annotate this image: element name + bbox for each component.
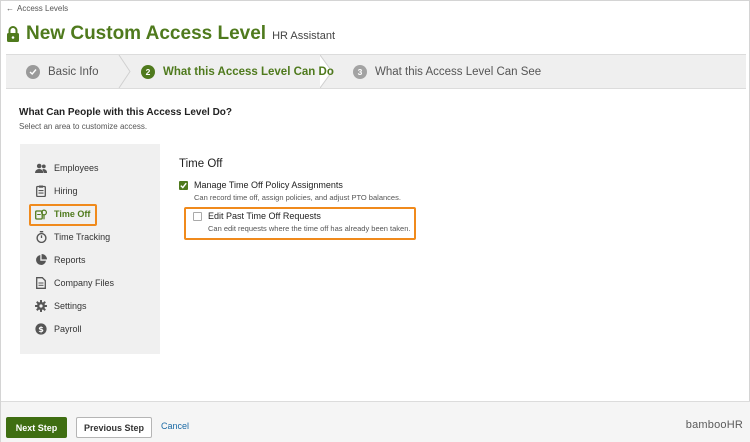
- sidebar-item-time-tracking[interactable]: Time Tracking: [35, 228, 110, 246]
- sidebar-item-label: Employees: [54, 163, 99, 173]
- next-step-button[interactable]: Next Step: [6, 417, 67, 438]
- time-off-icon: [35, 208, 47, 220]
- cancel-link[interactable]: Cancel: [161, 421, 189, 431]
- permission-edit-past-requests: Edit Past Time Off Requests Can edit req…: [193, 211, 411, 233]
- gear-icon: [35, 300, 47, 312]
- checkmark-icon: [180, 182, 187, 189]
- permission-area-sidebar: Employees Hiring Time Off Time Tracking …: [20, 144, 160, 354]
- checkbox-manage-time-off[interactable]: [179, 181, 188, 190]
- people-icon: [35, 162, 47, 174]
- stopwatch-icon: [35, 231, 47, 243]
- sidebar-item-company-files[interactable]: Company Files: [35, 274, 114, 292]
- step-progress-bar: Basic Info 2 What this Access Level Can …: [6, 54, 746, 89]
- back-link-label: Access Levels: [17, 4, 69, 13]
- pie-chart-icon: [35, 254, 47, 266]
- previous-step-button[interactable]: Previous Step: [76, 417, 152, 438]
- sidebar-item-settings[interactable]: Settings: [35, 297, 87, 315]
- content-title: Time Off: [179, 158, 223, 170]
- section-subtitle: Select an area to customize access.: [19, 122, 148, 131]
- lock-icon: [7, 26, 19, 42]
- footer-bar: Next Step Previous Step Cancel bambooHR: [1, 401, 750, 442]
- sidebar-item-label: Company Files: [54, 278, 115, 288]
- sidebar-item-label: Settings: [54, 301, 87, 311]
- sidebar-item-hiring[interactable]: Hiring: [35, 182, 78, 200]
- file-icon: [35, 277, 47, 289]
- page-subtitle: HR Assistant: [272, 30, 336, 42]
- step-label: What this Access Level Can Do: [163, 65, 334, 78]
- permission-description: Can edit requests where the time off has…: [208, 224, 411, 233]
- permission-manage-time-off: Manage Time Off Policy Assignments Can r…: [179, 180, 401, 202]
- app-frame: ← Access Levels New Custom Access Level …: [0, 0, 750, 442]
- clipboard-icon: [35, 185, 47, 197]
- step-basic-info[interactable]: Basic Info: [26, 55, 99, 88]
- permission-label: Manage Time Off Policy Assignments: [194, 180, 343, 190]
- step-number: 2: [141, 64, 155, 79]
- sidebar-item-employees[interactable]: Employees: [35, 159, 99, 177]
- step-label: Basic Info: [48, 65, 99, 78]
- sidebar-item-time-off[interactable]: Time Off: [35, 205, 90, 223]
- back-arrow-icon: ←: [6, 4, 14, 13]
- sidebar-item-label: Reports: [54, 255, 86, 265]
- check-circle-icon: [26, 64, 40, 79]
- svg-text:$: $: [38, 325, 44, 334]
- step-label: What this Access Level Can See: [375, 65, 542, 78]
- step-what-can-see[interactable]: 3 What this Access Level Can See: [353, 55, 541, 88]
- bamboohr-logo: bambooHR: [685, 419, 743, 431]
- checkbox-edit-past-requests[interactable]: [193, 212, 202, 221]
- page-title: New Custom Access Level: [26, 23, 267, 44]
- step-divider-icon: [118, 55, 131, 88]
- back-link-access-levels[interactable]: ← Access Levels: [6, 4, 68, 13]
- step-what-can-do[interactable]: 2 What this Access Level Can Do: [141, 55, 334, 88]
- sidebar-item-label: Payroll: [54, 324, 82, 334]
- permission-label: Edit Past Time Off Requests: [208, 211, 321, 221]
- title-row: New Custom Access Level HR Assistant: [6, 23, 335, 45]
- sidebar-item-payroll[interactable]: $ Payroll: [35, 320, 82, 338]
- section-title: What Can People with this Access Level D…: [19, 107, 233, 118]
- permission-description: Can record time off, assign policies, an…: [194, 193, 401, 202]
- sidebar-item-label: Time Tracking: [54, 232, 111, 242]
- sidebar-item-label: Hiring: [54, 186, 78, 196]
- sidebar-item-reports[interactable]: Reports: [35, 251, 86, 269]
- step-number: 3: [353, 64, 367, 79]
- sidebar-item-label: Time Off: [54, 209, 91, 219]
- dollar-icon: $: [35, 323, 47, 335]
